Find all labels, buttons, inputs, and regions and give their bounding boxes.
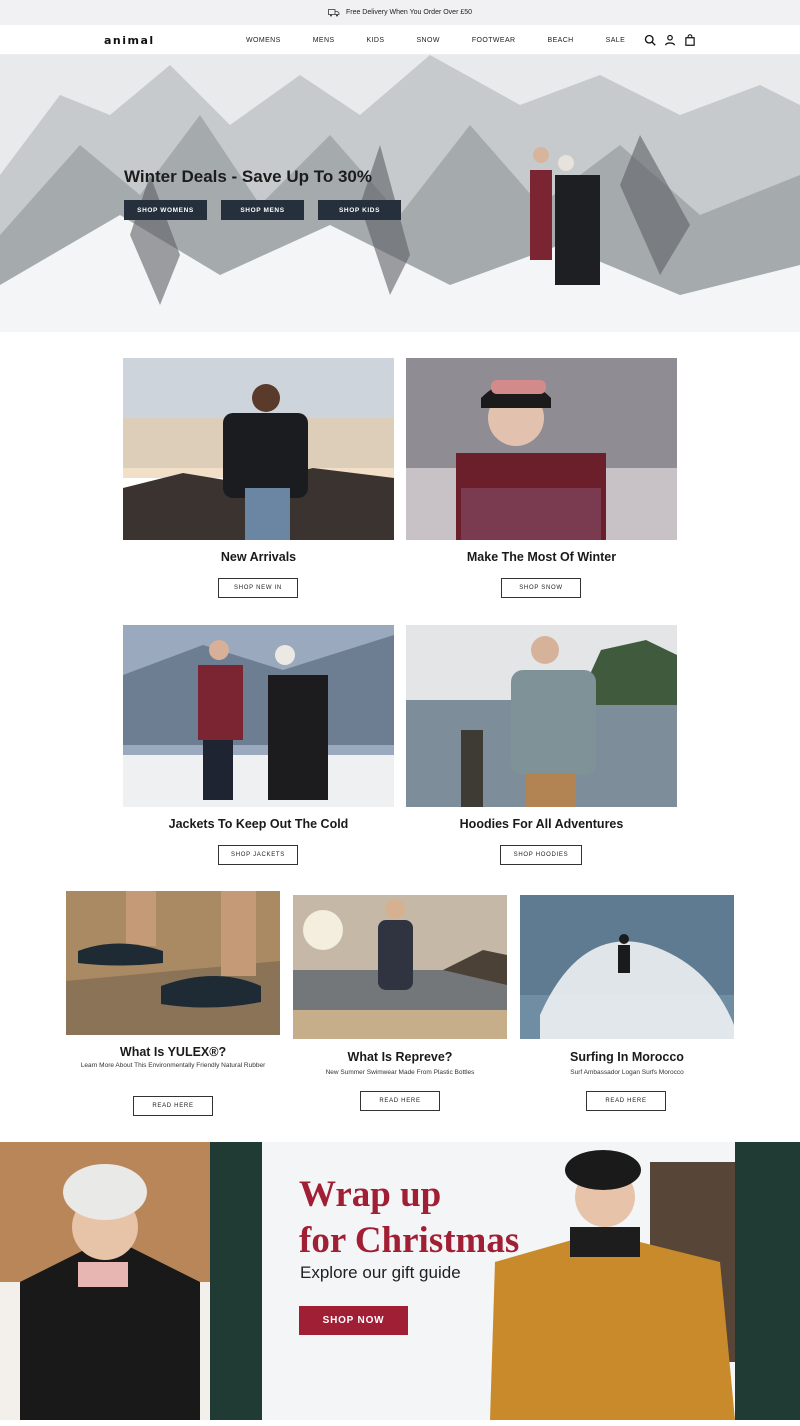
promo-text: Free Delivery When You Order Over £50 — [345, 9, 473, 16]
hoodies-image[interactable] — [406, 625, 677, 807]
winter-snow-image[interactable] — [406, 358, 677, 540]
shop-hoodies-button[interactable]: SHOP HOODIES — [500, 845, 582, 865]
account-icon[interactable] — [664, 33, 676, 46]
winter-snow-photo — [406, 358, 677, 540]
shop-kids-button[interactable]: SHOP KIDS — [318, 200, 401, 220]
tile-title-hoodies: Hoodies For All Adventures — [459, 817, 624, 831]
morocco-story-image[interactable] — [520, 895, 734, 1039]
repreve-story-image[interactable] — [293, 895, 507, 1039]
jackets-image[interactable] — [123, 625, 394, 807]
site-header: animal WOMENS MENS KIDS SNOW FOOTWEAR BE… — [0, 25, 800, 55]
hero-title: Winter Deals - Save Up To 30% — [124, 167, 372, 186]
christmas-banner[interactable]: Wrap up for Christmas Explore our gift g… — [0, 1142, 800, 1420]
tile-title-new-arrivals: New Arrivals — [220, 550, 297, 564]
main-nav: WOMENS MENS KIDS SNOW FOOTWEAR BEACH SAL… — [230, 25, 641, 55]
nav-snow[interactable]: SNOW — [400, 37, 455, 44]
shop-womens-button[interactable]: SHOP WOMENS — [124, 200, 207, 220]
christmas-title-line2: for Christmas — [299, 1220, 520, 1261]
story-subtitle-morocco: Surf Ambassador Logan Surfs Morocco — [570, 1069, 684, 1076]
read-here-repreve-button[interactable]: READ HERE — [360, 1091, 440, 1111]
read-here-yulex-button[interactable]: READ HERE — [133, 1096, 213, 1116]
shop-now-button[interactable]: SHOP NOW — [299, 1306, 408, 1335]
yulex-shoes-photo — [66, 891, 280, 1035]
hero-buttons: SHOP WOMENS SHOP MENS SHOP KIDS — [124, 200, 401, 220]
read-here-morocco-button[interactable]: READ HERE — [586, 1091, 666, 1111]
yulex-story-image[interactable] — [66, 891, 280, 1035]
new-arrivals-image[interactable] — [123, 358, 394, 540]
jackets-photo — [123, 625, 394, 807]
story-title-morocco: Surfing In Morocco — [570, 1050, 684, 1064]
story-subtitle-yulex: Learn More About This Environmentally Fr… — [80, 1062, 266, 1069]
hero-mountain-image — [0, 55, 800, 332]
shop-jackets-button[interactable]: SHOP JACKETS — [218, 845, 298, 865]
truck-icon — [328, 9, 340, 17]
shop-mens-button[interactable]: SHOP MENS — [221, 200, 304, 220]
promo-bar: Free Delivery When You Order Over £50 — [0, 0, 800, 25]
header-actions — [644, 33, 696, 46]
hoodies-photo — [406, 625, 677, 807]
story-title-yulex: What Is YULEX®? — [119, 1045, 227, 1059]
bag-icon[interactable] — [684, 33, 696, 46]
nav-kids[interactable]: KIDS — [351, 37, 401, 44]
tile-title-jackets: Jackets To Keep Out The Cold — [168, 817, 349, 831]
new-arrivals-photo — [123, 358, 394, 540]
christmas-title: Wrap up for Christmas — [299, 1172, 519, 1264]
brand-logo[interactable]: animal — [104, 34, 155, 47]
nav-beach[interactable]: BEACH — [532, 37, 590, 44]
christmas-title-line1: Wrap up — [299, 1174, 442, 1215]
story-subtitle-repreve: New Summer Swimwear Made From Plastic Bo… — [325, 1069, 475, 1076]
tile-title-make-the-most-of-winter: Make The Most Of Winter — [466, 550, 617, 564]
nav-womens[interactable]: WOMENS — [230, 37, 297, 44]
repreve-beach-photo — [293, 895, 507, 1039]
nav-mens[interactable]: MENS — [297, 37, 351, 44]
hero-banner[interactable]: Winter Deals - Save Up To 30% SHOP WOMEN… — [0, 55, 800, 332]
morocco-surf-photo — [520, 895, 734, 1039]
nav-sale[interactable]: SALE — [590, 37, 642, 44]
nav-footwear[interactable]: FOOTWEAR — [456, 37, 532, 44]
story-title-repreve: What Is Repreve? — [347, 1050, 453, 1064]
shop-snow-button[interactable]: SHOP SNOW — [501, 578, 581, 598]
shop-new-in-button[interactable]: SHOP NEW IN — [218, 578, 298, 598]
christmas-subtitle: Explore our gift guide — [300, 1263, 461, 1282]
search-icon[interactable] — [644, 33, 656, 46]
